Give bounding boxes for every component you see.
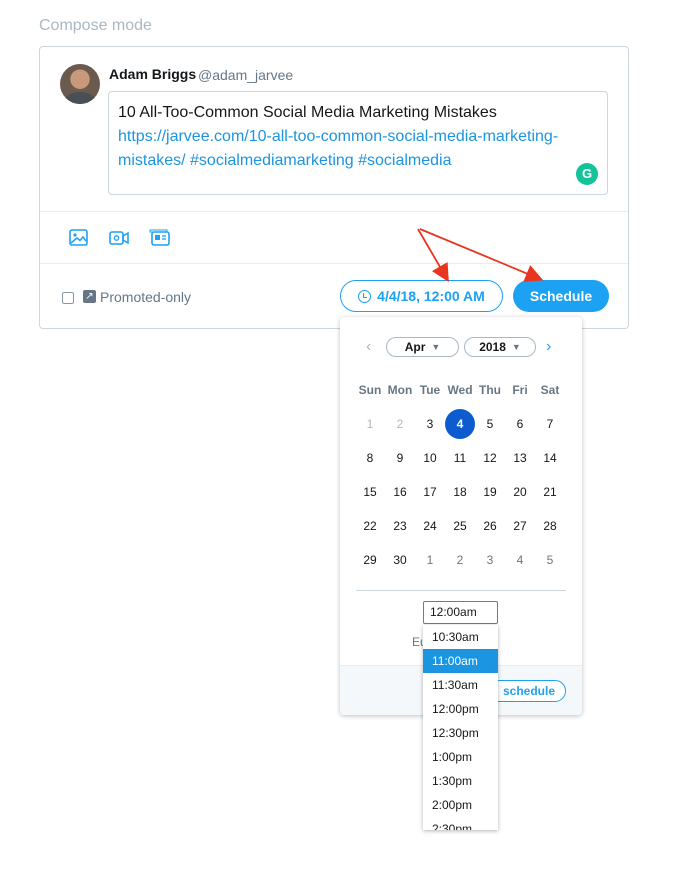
image-icon[interactable] — [68, 227, 90, 249]
next-month-icon[interactable]: › — [546, 338, 551, 356]
calendar-day[interactable]: 5 — [475, 409, 505, 439]
calendar-day[interactable]: 21 — [535, 477, 565, 507]
promoted-only-label[interactable]: Promoted-only — [100, 289, 191, 305]
calendar-day[interactable]: 10 — [415, 443, 445, 473]
previous-month-icon[interactable]: ‹ — [366, 338, 371, 356]
time-option[interactable]: 12:00pm — [423, 697, 498, 721]
calendar-day[interactable]: 16 — [385, 477, 415, 507]
calendar-day[interactable]: 8 — [355, 443, 385, 473]
calendar-day[interactable]: 5 — [535, 545, 565, 575]
clock-icon — [358, 289, 372, 303]
tweet-hashtags[interactable]: #socialmediamarketing #socialmedia — [190, 152, 451, 169]
calendar-day[interactable]: 7 — [535, 409, 565, 439]
weekday-label: Sun — [358, 383, 382, 397]
time-option[interactable]: 1:00pm — [423, 745, 498, 769]
weekday-label: Mon — [387, 383, 413, 397]
calendar-day[interactable]: 1 — [415, 545, 445, 575]
calendar-day[interactable]: 24 — [415, 511, 445, 541]
time-option-highlighted[interactable]: 11:00am — [423, 649, 498, 673]
page-heading: Compose mode — [39, 17, 152, 34]
tweet-text: 10 All-Too-Common Social Media Marketing… — [118, 104, 497, 121]
divider — [40, 263, 628, 264]
calendar-day-selected[interactable]: 4 — [445, 409, 475, 439]
calendar-day[interactable]: 2 — [385, 409, 415, 439]
author-handle: @adam_jarvee — [198, 67, 294, 83]
calendar-day[interactable]: 15 — [355, 477, 385, 507]
calendar-day[interactable]: 27 — [505, 511, 535, 541]
calendar-day[interactable]: 14 — [535, 443, 565, 473]
calendar-day[interactable]: 22 — [355, 511, 385, 541]
time-option[interactable]: 2:30pm — [423, 817, 498, 830]
chevron-down-icon: ▼ — [511, 342, 521, 352]
calendar-day[interactable]: 13 — [505, 443, 535, 473]
calendar-day[interactable]: 23 — [385, 511, 415, 541]
calendar-day[interactable]: 9 — [385, 443, 415, 473]
calendar-day[interactable]: 1 — [355, 409, 385, 439]
confirm-schedule-button[interactable]: schedule — [487, 680, 566, 702]
poll-card-icon[interactable] — [149, 227, 171, 249]
calendar-day[interactable]: 6 — [505, 409, 535, 439]
year-value: 2018 — [479, 340, 506, 354]
avatar[interactable] — [60, 64, 100, 104]
tweet-text-area[interactable]: 10 All-Too-Common Social Media Marketing… — [108, 91, 608, 195]
schedule-button[interactable]: Schedule — [513, 280, 609, 312]
calendar-day[interactable]: 28 — [535, 511, 565, 541]
calendar-day[interactable]: 17 — [415, 477, 445, 507]
time-option[interactable]: 11:30am — [423, 673, 498, 697]
calendar-day[interactable]: 12 — [475, 443, 505, 473]
weekday-label: Fri — [512, 383, 528, 397]
year-select[interactable]: 2018 ▼ — [464, 337, 536, 357]
calendar-day[interactable]: 4 — [505, 545, 535, 575]
calendar-day[interactable]: 18 — [445, 477, 475, 507]
time-options-list: 10:30am 11:00am 11:30am 12:00pm 12:30pm … — [423, 625, 498, 830]
schedule-date-button[interactable]: 4/4/18, 12:00 AM — [340, 280, 503, 312]
calendar-day[interactable]: 29 — [355, 545, 385, 575]
time-input[interactable]: 12:00am — [423, 601, 498, 624]
compose-card: Adam Briggs @adam_jarvee 10 All-Too-Comm… — [39, 46, 629, 329]
calendar-day[interactable]: 11 — [445, 443, 475, 473]
grammarly-icon[interactable]: G — [576, 163, 598, 185]
month-select[interactable]: Apr ▼ — [386, 337, 459, 357]
weekday-label: Tue — [419, 383, 441, 397]
weekday-label: Wed — [447, 383, 473, 397]
promoted-icon: ↗ — [83, 290, 96, 303]
author-name: Adam Briggs — [109, 66, 197, 82]
calendar-day[interactable]: 25 — [445, 511, 475, 541]
divider — [356, 590, 566, 591]
divider — [40, 211, 628, 212]
video-icon[interactable] — [108, 227, 130, 249]
calendar-day[interactable]: 2 — [445, 545, 475, 575]
time-option[interactable]: 10:30am — [423, 625, 498, 649]
calendar-day[interactable]: 26 — [475, 511, 505, 541]
time-option[interactable]: 12:30pm — [423, 721, 498, 745]
time-option[interactable]: 1:30pm — [423, 769, 498, 793]
calendar-day[interactable]: 20 — [505, 477, 535, 507]
promoted-only-checkbox[interactable] — [62, 292, 74, 304]
weekday-label: Sat — [540, 383, 560, 397]
schedule-date-label: 4/4/18, 12:00 AM — [377, 288, 485, 304]
calendar-day[interactable]: 30 — [385, 545, 415, 575]
month-value: Apr — [404, 340, 426, 354]
chevron-down-icon: ▼ — [431, 342, 441, 352]
calendar-day[interactable]: 3 — [475, 545, 505, 575]
calendar-day[interactable]: 19 — [475, 477, 505, 507]
calendar-day[interactable]: 3 — [415, 409, 445, 439]
time-option[interactable]: 2:00pm — [423, 793, 498, 817]
weekday-label: Thu — [479, 383, 501, 397]
